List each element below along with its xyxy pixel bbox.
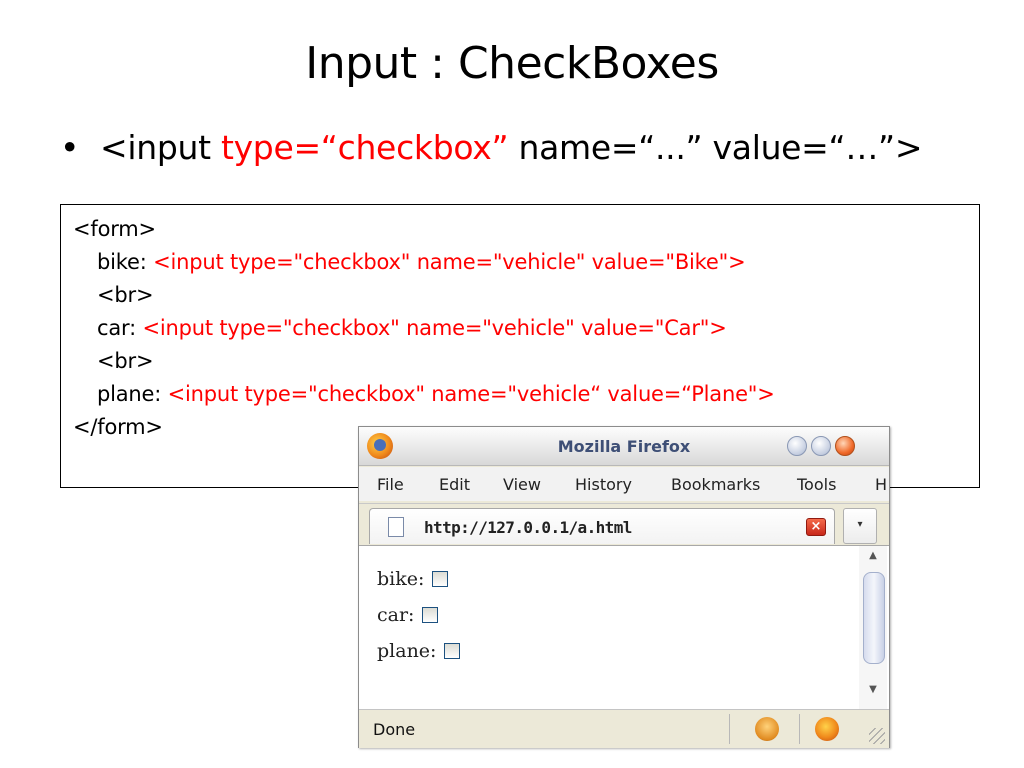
code-line-form-close: </form> [73, 415, 163, 439]
vertical-scrollbar[interactable]: ▲ ▼ [859, 546, 887, 710]
firefox-window: Mozilla Firefox File Edit View History B… [358, 426, 890, 748]
maximize-button[interactable] [811, 436, 831, 456]
code-line-form-open: <form> [73, 217, 156, 241]
monkey-icon[interactable] [755, 717, 779, 741]
checkbox-car[interactable] [422, 607, 439, 623]
scroll-thumb[interactable] [863, 572, 885, 664]
menu-tools[interactable]: Tools [797, 475, 836, 494]
scroll-down-arrow-icon[interactable]: ▼ [859, 682, 887, 698]
resize-grip-icon[interactable] [869, 728, 885, 744]
code-input-car: <input type="checkbox" name="vehicle" va… [142, 316, 727, 340]
code-label-car: car: [97, 316, 143, 340]
status-text: Done [373, 720, 416, 739]
label-car: car: [377, 604, 415, 626]
status-divider [729, 714, 730, 744]
page-icon [388, 517, 404, 537]
code-line-car: car: <input type="checkbox" name="vehicl… [97, 316, 727, 340]
close-window-button[interactable] [835, 436, 855, 456]
menu-edit[interactable]: Edit [439, 475, 470, 494]
code-line-br-2: <br> [97, 349, 154, 373]
bullet-symbol: • [60, 128, 80, 167]
bullet-text-highlight: type=“checkbox” [220, 128, 509, 167]
code-input-plane: <input type="checkbox" name="vehicle“ va… [167, 382, 775, 406]
menu-bar: File Edit View History Bookmarks Tools H [359, 467, 889, 501]
label-bike: bike: [377, 568, 425, 590]
tab-list-dropdown[interactable]: ▾ [843, 508, 877, 544]
menu-view[interactable]: View [503, 475, 541, 494]
minimize-button[interactable] [787, 436, 807, 456]
form-row-car: car: [377, 604, 439, 626]
tab-url: http://127.0.0.1/a.html [424, 518, 632, 537]
menu-file[interactable]: File [377, 475, 404, 494]
code-line-br-1: <br> [97, 283, 154, 307]
bullet-point: • <input type=“checkbox” name=“...” value… [60, 128, 922, 167]
form-row-bike: bike: [377, 568, 449, 590]
bullet-text-part3: name=“...” value=“…”> [508, 128, 923, 167]
checkbox-bike[interactable] [432, 571, 449, 587]
tab-bar: http://127.0.0.1/a.html × ▾ [359, 503, 889, 546]
code-label-plane: plane: [97, 382, 168, 406]
bullet-text-part1: <input [100, 128, 221, 167]
checkbox-plane[interactable] [444, 643, 461, 659]
firefox-status-icon[interactable] [815, 717, 839, 741]
code-label-bike: bike: [97, 250, 154, 274]
page-content: bike: car: plane: ▲ ▼ [359, 545, 889, 710]
status-divider-2 [799, 714, 800, 744]
tab-close-button[interactable]: × [806, 518, 826, 536]
code-line-plane: plane: <input type="checkbox" name="vehi… [97, 382, 775, 406]
window-title: Mozilla Firefox [557, 437, 691, 456]
code-input-bike: <input type="checkbox" name="vehicle" va… [153, 250, 746, 274]
menu-history[interactable]: History [575, 475, 632, 494]
window-titlebar[interactable]: Mozilla Firefox [359, 427, 889, 466]
code-line-bike: bike: <input type="checkbox" name="vehic… [97, 250, 746, 274]
menu-help[interactable]: H [875, 475, 887, 494]
label-plane: plane: [377, 640, 437, 662]
status-bar: Done [359, 709, 889, 748]
scroll-up-arrow-icon[interactable]: ▲ [859, 548, 887, 564]
slide-title: Input : CheckBoxes [305, 38, 719, 89]
tab-active[interactable]: http://127.0.0.1/a.html × [369, 508, 835, 544]
menu-bookmarks[interactable]: Bookmarks [671, 475, 760, 494]
form-row-plane: plane: [377, 640, 461, 662]
